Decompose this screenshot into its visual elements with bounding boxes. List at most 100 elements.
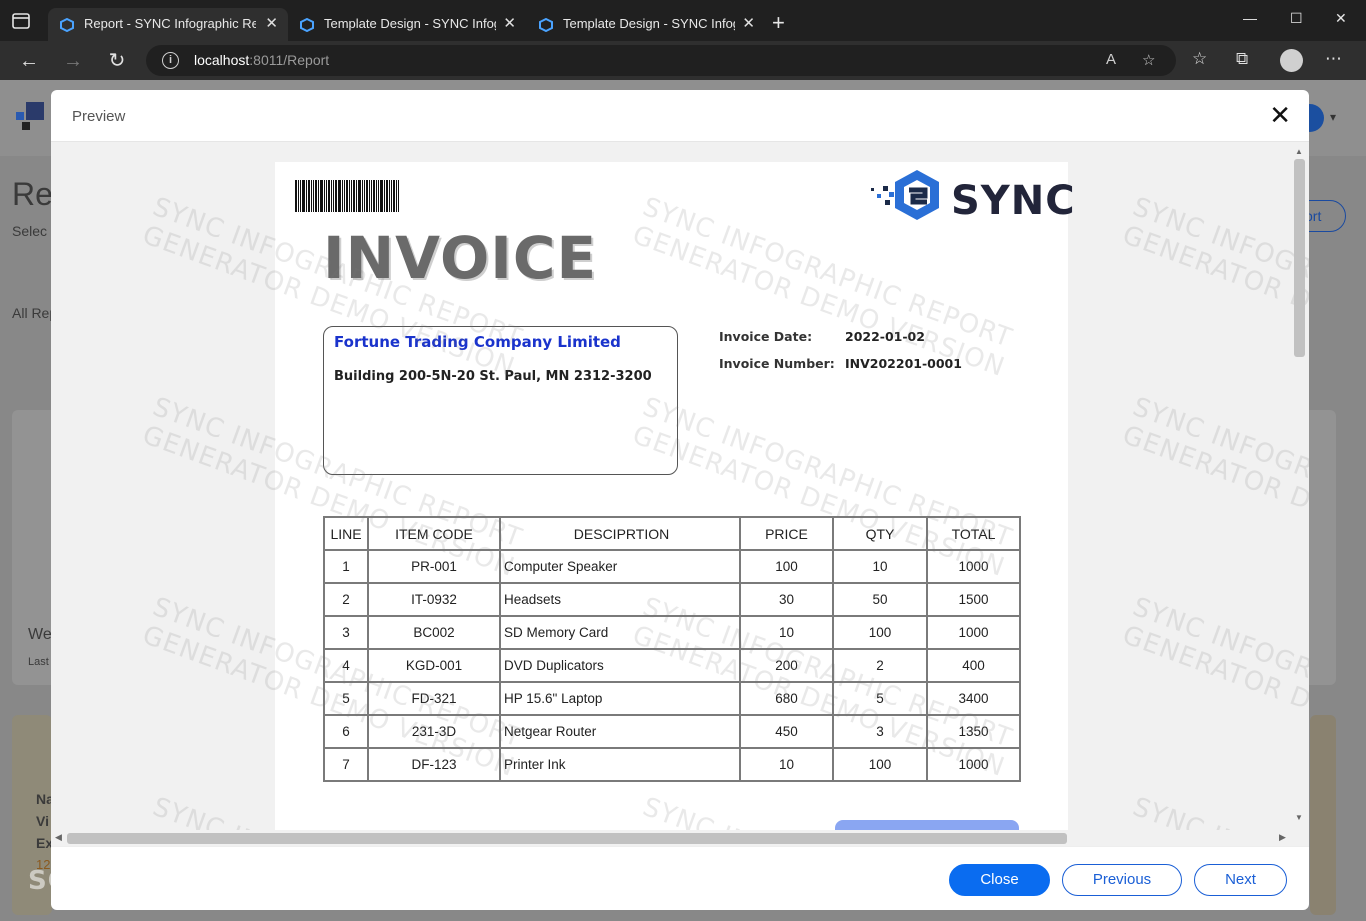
thumb-text: Vi [36,813,49,829]
modal-title: Preview [72,108,126,125]
scroll-down-icon[interactable]: ▼ [1295,813,1303,822]
browser-address-bar: ← → ↻ i localhost:8011/Report A ☆ ☆ ⧉ ⋯ [0,41,1366,80]
previous-button[interactable]: Previous [1062,864,1182,896]
window-close-icon[interactable]: ✕ [1335,10,1347,27]
barcode-bar [320,180,323,212]
modal-footer: Close Previous Next [51,846,1309,910]
page-subtitle: Selec [12,223,48,239]
maximize-icon[interactable]: ☐ [1290,10,1303,27]
barcode-bar [389,180,390,212]
barcode-bar [302,180,305,212]
forward-icon[interactable]: → [61,49,85,73]
barcode [295,180,429,212]
modal-header: Preview ✕ [51,90,1309,142]
logo-text: SYNC [951,178,1076,224]
barcode-bar [318,180,319,212]
barcode-bar [298,180,299,212]
vertical-scroll-thumb[interactable] [1294,159,1305,357]
refresh-icon[interactable]: ↻ [105,49,129,73]
softpedia-watermark: SOFTPEDIA [28,866,202,896]
cell-description: Computer Speaker [499,549,741,584]
cell-item-code: IT-0932 [367,582,501,617]
cell-price: 30 [739,582,834,617]
report-viewer[interactable]: INVOICE SYNC Fortune Trading Company Lim… [51,142,1309,846]
barcode-bar [306,180,307,212]
cell-qty: 100 [832,747,928,782]
cell-total: 400 [926,648,1021,683]
cell-line: 7 [323,747,369,782]
url-field[interactable]: i localhost:8011/Report A ☆ [146,45,1176,76]
read-aloud-icon[interactable]: A [1106,51,1116,68]
table-row: 1 PR-001 Computer Speaker 100 10 1000 [323,549,1021,584]
vertical-scrollbar[interactable]: ▲ ▼ [1292,147,1306,827]
new-tab-icon[interactable]: + [772,12,785,34]
barcode-bar [371,180,372,212]
tab-report[interactable]: Report - SYNC Infographic Report ✕ [48,8,288,41]
barcode-bar [366,180,368,212]
barcode-bar [369,180,370,212]
cell-qty: 50 [832,582,928,617]
tab-close-icon[interactable]: ✕ [742,14,755,32]
barcode-bar [300,180,301,212]
collections-icon[interactable]: ⧉ [1236,49,1248,69]
barcode-bar [373,180,375,212]
tab-title: Report - SYNC Infographic Report [84,16,256,31]
next-button[interactable]: Next [1194,864,1287,896]
barcode-bar [356,180,357,212]
page-title: Re [12,176,53,212]
tab-template-design-1[interactable]: Template Design - SYNC Infographic ✕ [288,8,526,41]
add-favorite-icon[interactable]: ☆ [1142,51,1155,69]
modal-close-icon[interactable]: ✕ [1269,102,1291,128]
barcode-bar [344,180,345,212]
close-button[interactable]: Close [949,864,1050,896]
barcode-bar [326,180,327,212]
minimize-icon[interactable]: — [1243,10,1257,26]
horizontal-scroll-thumb[interactable] [67,833,1067,844]
sync-logo: SYNC [869,166,1075,226]
invoice-number-label: Invoice Number: [719,356,835,371]
barcode-bar [333,180,334,212]
app-logo-icon [12,98,48,134]
more-menu-icon[interactable]: ⋯ [1325,49,1342,69]
sync-favicon-icon [300,17,314,33]
cell-total: 1000 [926,615,1021,650]
template-thumbnail[interactable] [1310,715,1336,915]
horizontal-scrollbar[interactable]: ◀ ▶ [51,830,1291,846]
sync-favicon-icon [539,17,553,33]
watermark: SYNC INFOGRAPHIC REPORTGENERATOR DEMO VE… [1118,192,1309,383]
tab-close-icon[interactable]: ✕ [265,14,278,32]
cell-line: 2 [323,582,369,617]
barcode-bar [398,180,399,212]
cell-line: 3 [323,615,369,650]
site-info-icon[interactable]: i [162,52,179,69]
favorites-icon[interactable]: ☆ [1192,49,1207,69]
scroll-right-icon[interactable]: ▶ [1279,832,1286,843]
barcode-bar [308,180,310,212]
barcode-bar [378,180,379,212]
card-title: We [28,626,52,643]
barcode-bar [295,180,297,212]
scroll-left-icon[interactable]: ◀ [55,832,62,843]
barcode-bar [384,180,385,212]
chevron-down-icon[interactable]: ▾ [1330,110,1336,124]
barcode-bar [346,180,348,212]
sync-favicon-icon [60,17,74,33]
cell-price: 450 [739,714,834,749]
tab-template-design-2[interactable]: Template Design - SYNC Infographic ✕ [527,8,765,41]
barcode-bar [335,180,337,212]
browser-tab-bar: Report - SYNC Infographic Report ✕ Templ… [0,0,1366,41]
barcode-bar [391,180,392,212]
col-header-price: PRICE [739,516,834,551]
barcode-bar [362,180,363,212]
watermark: SYNC INFOGRAPHIC REPORTGENERATOR DEMO VE… [1118,392,1309,583]
barcode-bar [315,180,317,212]
profile-avatar[interactable] [1280,49,1303,72]
tab-close-icon[interactable]: ✕ [503,14,516,32]
tab-title: Template Design - SYNC Infographic [563,16,735,31]
barcode-bar [396,180,397,212]
scroll-up-icon[interactable]: ▲ [1295,147,1303,156]
tab-actions-icon[interactable] [10,10,32,32]
barcode-bar [376,180,377,212]
cell-qty: 100 [832,615,928,650]
back-icon[interactable]: ← [17,49,41,73]
